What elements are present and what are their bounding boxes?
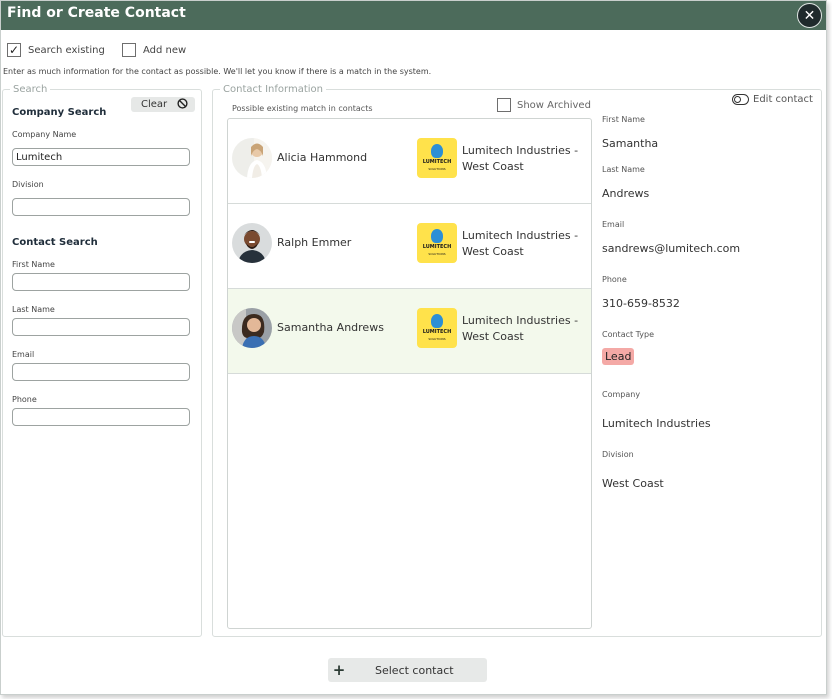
search-existing-label: Search existing: [28, 44, 105, 56]
company-logo: LUMITECH SOLUTIONS: [417, 223, 457, 263]
search-existing-option[interactable]: ✓ Search existing: [7, 43, 105, 57]
avatar: [232, 308, 272, 348]
division-label: Division: [12, 180, 44, 189]
add-new-label: Add new: [143, 44, 187, 56]
contact-name: Samantha Andrews: [277, 321, 384, 334]
company-name: Lumitech Industries - West Coast: [462, 144, 579, 173]
detail-company-label: Company: [602, 390, 641, 399]
contact-search-heading: Contact Search: [12, 237, 98, 248]
close-icon: ✕: [803, 7, 816, 24]
dialog-titlebar: Find or Create Contact ✕: [1, 1, 826, 30]
detail-contact-type-label: Contact Type: [602, 330, 655, 339]
company-logo: LUMITECH SOLUTIONS: [417, 138, 457, 178]
close-button[interactable]: ✕: [797, 3, 822, 28]
match-row[interactable]: Samantha Andrews LUMITECH SOLUTIONS Lumi…: [228, 289, 591, 374]
detail-last-name-label: Last Name: [602, 165, 645, 174]
company-name: Lumitech Industries - West Coast: [462, 314, 579, 343]
detail-last-name: Andrews: [602, 187, 650, 200]
company-logo: LUMITECH SOLUTIONS: [417, 308, 457, 348]
division-input[interactable]: [12, 198, 190, 216]
company-name-label: Company Name: [12, 130, 77, 139]
show-archived-label: Show Archived: [517, 99, 591, 111]
last-name-label: Last Name: [12, 305, 55, 314]
find-create-contact-dialog: Find or Create Contact ✕ ✓ Search existi…: [0, 0, 827, 695]
dialog-title: Find or Create Contact: [7, 5, 186, 21]
first-name-label: First Name: [12, 260, 55, 269]
contact-name: Alicia Hammond: [277, 151, 368, 164]
detail-email: sandrews@lumitech.com: [602, 242, 741, 255]
detail-phone-label: Phone: [602, 275, 627, 284]
detail-first-name-label: First Name: [602, 115, 645, 124]
logo-subtext: SOLUTIONS: [428, 252, 446, 256]
logo-text: LUMITECH: [422, 329, 452, 335]
contact-info-legend: Contact Information: [223, 84, 323, 95]
contact-type-badge: Lead: [602, 348, 635, 365]
clear-label: Clear: [141, 99, 168, 110]
logo-text: LUMITECH: [422, 159, 452, 165]
detail-phone: 310-659-8532: [602, 297, 680, 310]
search-panel: Search: [2, 84, 202, 637]
detail-first-name: Samantha: [602, 137, 659, 150]
detail-division-label: Division: [602, 450, 634, 459]
detail-division: West Coast: [602, 477, 664, 490]
email-label: Email: [12, 350, 35, 359]
phone-label: Phone: [12, 395, 37, 404]
email-input[interactable]: [12, 363, 190, 381]
company-name: Lumitech Industries - West Coast: [462, 229, 579, 258]
add-new-checkbox[interactable]: [122, 43, 136, 57]
last-name-input[interactable]: [12, 318, 190, 336]
match-row[interactable]: Ralph Emmer LUMITECH SOLUTIONS Lumitech …: [228, 204, 591, 289]
possible-match-label: Possible existing match in contacts: [232, 104, 373, 113]
avatar: [232, 223, 272, 263]
add-new-option[interactable]: Add new: [122, 43, 186, 57]
first-name-input[interactable]: [12, 273, 190, 291]
edit-contact-toggle[interactable]: Edit contact: [732, 94, 813, 105]
match-row[interactable]: Alicia Hammond LUMITECH SOLUTIONS Lumite…: [228, 119, 591, 204]
search-existing-checkbox[interactable]: ✓: [7, 43, 21, 57]
phone-input[interactable]: [12, 408, 190, 426]
detail-company: Lumitech Industries: [602, 417, 711, 430]
search-legend: Search: [13, 84, 48, 95]
logo-text: LUMITECH: [422, 244, 452, 250]
company-search-heading: Company Search: [12, 107, 107, 118]
instructions-text: Enter as much information for the contac…: [3, 67, 432, 76]
detail-email-label: Email: [602, 220, 625, 229]
select-contact-label: Select contact: [375, 663, 454, 677]
select-contact-button[interactable]: + Select contact: [328, 658, 487, 682]
show-archived-option[interactable]: Show Archived: [497, 98, 591, 112]
match-list: Alicia Hammond LUMITECH SOLUTIONS Lumite…: [227, 118, 592, 629]
edit-contact-label: Edit contact: [753, 94, 813, 105]
ban-icon: [177, 97, 188, 112]
show-archived-checkbox[interactable]: [497, 98, 511, 112]
logo-subtext: SOLUTIONS: [428, 167, 446, 171]
plus-icon: +: [332, 661, 346, 679]
avatar: [232, 138, 272, 178]
toggle-icon: [732, 94, 749, 105]
clear-button[interactable]: Clear: [131, 97, 195, 112]
company-name-input[interactable]: [12, 148, 190, 166]
contact-name: Ralph Emmer: [277, 236, 352, 249]
logo-subtext: SOLUTIONS: [428, 337, 446, 341]
